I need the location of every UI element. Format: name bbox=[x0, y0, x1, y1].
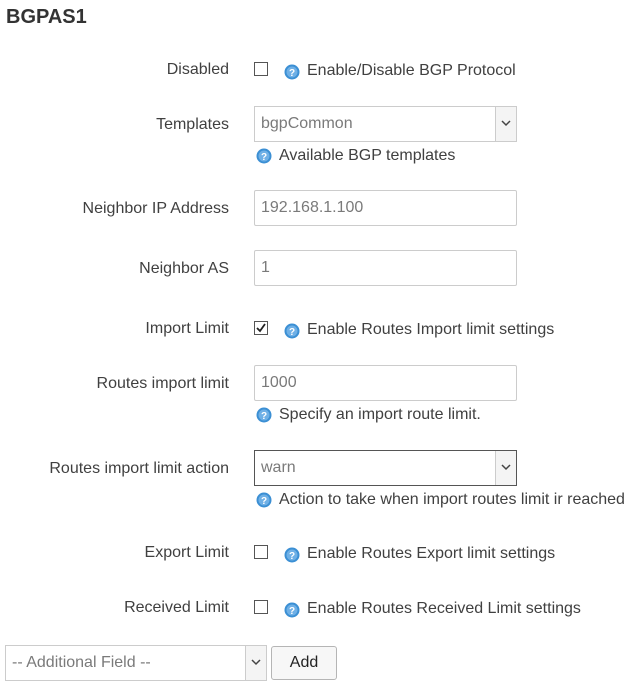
routes-import-limit-help-text: Specify an import route limit. bbox=[279, 406, 481, 423]
svg-text:?: ? bbox=[261, 496, 267, 507]
received-limit-label: Received Limit bbox=[124, 599, 229, 616]
svg-text:?: ? bbox=[289, 606, 295, 617]
templates-help-text: Available BGP templates bbox=[279, 147, 456, 164]
disabled-label: Disabled bbox=[166, 61, 229, 78]
import-limit-checkbox[interactable] bbox=[254, 321, 268, 335]
routes-import-limit-label: Routes import limit bbox=[96, 375, 229, 392]
disabled-checkbox[interactable] bbox=[254, 62, 268, 76]
export-limit-help-text: Enable Routes Export limit settings bbox=[307, 545, 556, 562]
chevron-down-icon bbox=[495, 451, 516, 485]
routes-import-limit-action-select[interactable]: warn bbox=[254, 450, 517, 486]
received-limit-help-text: Enable Routes Received Limit settings bbox=[307, 600, 581, 617]
export-limit-label: Export Limit bbox=[144, 544, 229, 561]
neighbor-as-input[interactable] bbox=[254, 250, 517, 286]
templates-label: Templates bbox=[156, 116, 229, 133]
neighbor-ip-label: Neighbor IP Address bbox=[82, 200, 229, 217]
import-limit-label: Import Limit bbox=[145, 320, 229, 337]
svg-text:?: ? bbox=[289, 551, 295, 562]
routes-import-limit-input[interactable] bbox=[254, 365, 517, 401]
help-icon: ? bbox=[284, 602, 300, 618]
svg-text:?: ? bbox=[289, 327, 295, 338]
help-icon: ? bbox=[256, 407, 272, 423]
help-icon: ? bbox=[284, 64, 300, 80]
routes-import-limit-action-label: Routes import limit action bbox=[49, 460, 229, 477]
help-icon: ? bbox=[256, 148, 272, 164]
svg-text:?: ? bbox=[289, 68, 295, 79]
received-limit-checkbox[interactable] bbox=[254, 600, 268, 614]
help-icon: ? bbox=[256, 492, 272, 508]
svg-text:?: ? bbox=[261, 411, 267, 422]
routes-import-limit-action-value: warn bbox=[261, 459, 296, 476]
checkmark-icon bbox=[256, 323, 266, 333]
disabled-help-text: Enable/Disable BGP Protocol bbox=[307, 62, 516, 79]
templates-select-value: bgpCommon bbox=[261, 115, 353, 132]
additional-field-placeholder: -- Additional Field -- bbox=[12, 654, 151, 671]
templates-select[interactable]: bgpCommon bbox=[254, 106, 517, 142]
help-icon: ? bbox=[284, 547, 300, 563]
svg-text:?: ? bbox=[261, 152, 267, 163]
neighbor-as-label: Neighbor AS bbox=[139, 260, 229, 277]
chevron-down-icon bbox=[245, 646, 266, 680]
help-icon: ? bbox=[284, 323, 300, 339]
neighbor-ip-input[interactable] bbox=[254, 190, 517, 226]
export-limit-checkbox[interactable] bbox=[254, 545, 268, 559]
chevron-down-icon bbox=[495, 107, 516, 141]
add-button[interactable]: Add bbox=[271, 646, 337, 680]
section-title: BGPAS1 bbox=[6, 6, 87, 28]
additional-field-select[interactable]: -- Additional Field -- bbox=[5, 645, 267, 681]
routes-import-limit-action-help-text: Action to take when import routes limit … bbox=[279, 491, 625, 508]
import-limit-help-text: Enable Routes Import limit settings bbox=[307, 321, 555, 338]
